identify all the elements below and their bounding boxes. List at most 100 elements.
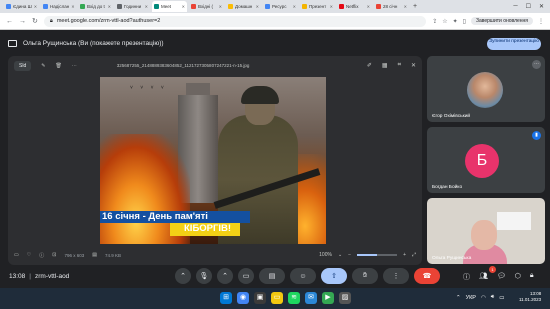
browser-tab[interactable]: Презент ✕	[300, 1, 335, 12]
forward-icon[interactable]: →	[19, 18, 26, 25]
new-tab-button[interactable]: +	[413, 3, 417, 10]
heart-icon[interactable]: ♡	[27, 252, 31, 258]
tab-close-icon[interactable]: ✕	[219, 4, 222, 9]
tab-close-icon[interactable]: ✕	[108, 4, 111, 9]
browser-tab[interactable]: Meet ✕	[152, 1, 187, 12]
chevron-up-icon: ⌃	[222, 273, 228, 280]
star-icon[interactable]: ☆	[442, 18, 447, 25]
file-explorer-icon[interactable]: ▭	[271, 292, 283, 304]
shapes-icon[interactable]: ⬡	[515, 272, 521, 282]
tab-favicon-icon	[376, 4, 381, 9]
browser-tab[interactable]: 28 січн ✕	[374, 1, 409, 12]
chevron-up-icon: ⌃	[180, 273, 186, 280]
clock-date: 11.01.2023	[519, 297, 542, 302]
raise-hand-button[interactable]: ✋︎	[352, 268, 378, 284]
url-field[interactable]: 🔒︎ meet.google.com/zrm-vttl-aod?authuser…	[43, 15, 427, 27]
present-screen-icon	[8, 39, 17, 47]
zoom-in-icon[interactable]: +	[403, 252, 406, 258]
more-options-icon[interactable]: ⋯	[532, 60, 541, 69]
info-icon[interactable]: ⓘ	[39, 252, 44, 259]
meet-icon[interactable]: ▶	[322, 292, 334, 304]
tab-close-icon[interactable]: ✕	[34, 4, 37, 9]
people-icon[interactable]: 👥︎	[479, 272, 488, 282]
tab-close-icon[interactable]: ✕	[256, 4, 259, 9]
more-options-button[interactable]: ⋮	[383, 268, 409, 284]
leave-call-button[interactable]: ☎︎	[414, 268, 440, 284]
mic-menu-button[interactable]: ⌃	[175, 268, 191, 284]
browser-tab[interactable]: Домашн ✕	[226, 1, 261, 12]
chevron-up-icon[interactable]: ⌃	[456, 295, 461, 301]
sidebar-icon[interactable]: ▯	[463, 18, 466, 25]
volume-icon[interactable]: 🔊︎	[491, 294, 494, 301]
edit-icon[interactable]: ✎	[41, 63, 45, 69]
browser-tab[interactable]: Єдина Ш ✕	[4, 1, 39, 12]
photos-icon[interactable]: ▨	[339, 292, 351, 304]
update-button[interactable]: Завершити оновлення	[470, 17, 533, 25]
tab-close-icon[interactable]: ✕	[182, 4, 185, 9]
camera-button[interactable]: ▭	[238, 268, 254, 284]
info-icon[interactable]: ⓘ	[463, 272, 470, 282]
helmet-graphic	[241, 86, 279, 104]
slide-caption-line-2: КІБОРГІВ!	[184, 223, 232, 234]
draw-icon[interactable]: ✐	[367, 62, 372, 69]
windows-start-icon[interactable]: ⊞	[220, 292, 232, 304]
delete-icon[interactable]: 🗑︎	[55, 63, 61, 69]
browser-tab[interactable]: Ресурс ✕	[263, 1, 298, 12]
save-icon: ▤	[92, 252, 97, 258]
slide-caption-line-1: 16 січня - День пам'яті	[102, 211, 208, 222]
reload-icon[interactable]: ↻	[32, 17, 38, 25]
participant-tile[interactable]: Б ▮ Богдан Бойко	[427, 127, 545, 193]
browser-tab[interactable]: Годинни ✕	[115, 1, 150, 12]
zoom-controls: 100% ⌄ − + ⤢	[319, 252, 416, 258]
crop-icon[interactable]: ⌗	[398, 62, 401, 69]
battery-icon[interactable]: ▭	[499, 295, 504, 301]
image-dimensions: 796 x 603	[64, 252, 85, 258]
more-icon[interactable]: ⋯	[72, 63, 77, 69]
present-button[interactable]: ⇧	[321, 268, 347, 284]
lock-icon[interactable]: 🔒︎	[530, 272, 534, 282]
language-indicator[interactable]: УКР	[466, 295, 476, 301]
participant-tile[interactable]: Ольга Рущинська	[427, 198, 545, 264]
browser-tab[interactable]: Вхідні (✕	[189, 1, 224, 12]
url-text: meet.google.com/zrm-vttl-aod?authuser=2	[56, 18, 161, 24]
browser-tab[interactable]: Netflix ✕	[337, 1, 372, 12]
emoji-button[interactable]: ☺	[290, 268, 316, 284]
tab-close-icon[interactable]: ✕	[145, 4, 148, 9]
close-window-icon[interactable]: ✕	[539, 3, 544, 10]
zoom-out-icon[interactable]: −	[348, 252, 351, 258]
tab-close-icon[interactable]: ✕	[367, 4, 370, 9]
taskbar-clock[interactable]: 13:08 11.01.2023	[519, 291, 541, 303]
zoom-slider[interactable]	[357, 254, 398, 256]
chat-icon[interactable]: 💬︎	[497, 272, 506, 282]
captions-button[interactable]: ▤	[259, 268, 285, 284]
close-viewer-icon[interactable]: ✕	[411, 62, 416, 69]
slide-image: ˅ ˅ ˅ ˅ 16 січня - День пам'яті КІБОРГІВ…	[100, 77, 326, 244]
filmstrip-icon[interactable]: ▭	[14, 252, 19, 258]
mic-button[interactable]: 🎙︎	[196, 268, 212, 284]
browser-tab[interactable]: Надіслан ✕	[41, 1, 76, 12]
viewer-chip[interactable]: Sld	[14, 60, 32, 71]
camera-menu-button[interactable]: ⌃	[217, 268, 233, 284]
minimize-icon[interactable]: ─	[513, 3, 517, 10]
browser-tab[interactable]: Вхід до t ✕	[78, 1, 113, 12]
tab-close-icon[interactable]: ✕	[330, 4, 333, 9]
fit-icon[interactable]: ⤢	[412, 252, 416, 258]
gallery-icon[interactable]: ▦	[382, 62, 388, 69]
task-view-icon[interactable]: ▣	[254, 292, 266, 304]
tab-close-icon[interactable]: ✕	[404, 4, 407, 9]
maximize-icon[interactable]: ☐	[526, 3, 531, 10]
menu-icon[interactable]: ⋮	[538, 18, 544, 25]
participant-tile[interactable]: ⋯ Єгор Охімівський	[427, 56, 545, 122]
back-icon[interactable]: ←	[6, 18, 13, 25]
stop-presenting-button[interactable]: Зупинити презентацію	[487, 38, 541, 50]
spotify-icon[interactable]: ≋	[288, 292, 300, 304]
zoom-dropdown-icon[interactable]: ⌄	[338, 252, 342, 258]
tab-close-icon[interactable]: ✕	[71, 4, 74, 9]
tab-close-icon[interactable]: ✕	[293, 4, 296, 9]
wifi-icon[interactable]: ◠	[481, 295, 486, 301]
extensions-icon[interactable]: ✦	[453, 18, 458, 25]
share-icon[interactable]: ⇪	[432, 18, 437, 25]
chrome-icon[interactable]: ◉	[237, 292, 249, 304]
mail-icon[interactable]: ✉	[305, 292, 317, 304]
tab-favicon-icon	[265, 4, 270, 9]
